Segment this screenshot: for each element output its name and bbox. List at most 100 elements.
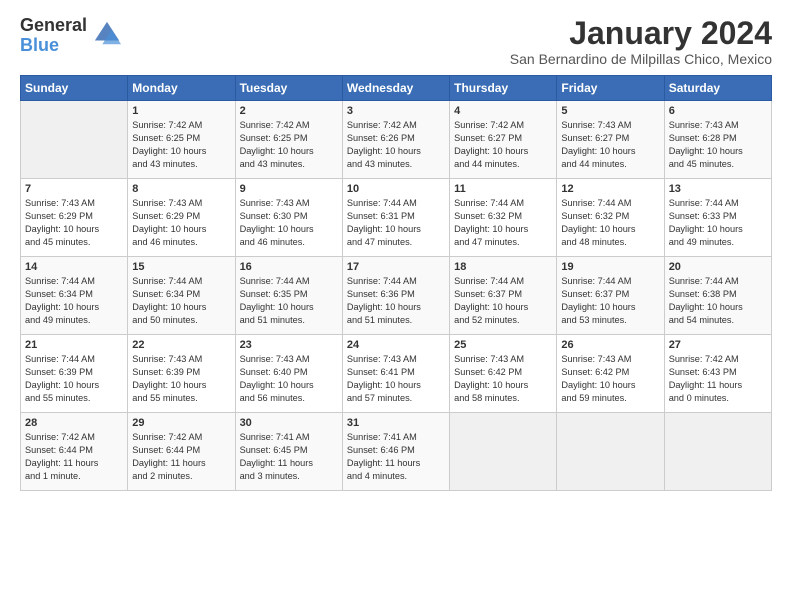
day-number: 28 — [25, 417, 123, 429]
day-info: Sunrise: 7:43 AM Sunset: 6:29 PM Dayligh… — [132, 197, 230, 249]
week-row-3: 14 Sunrise: 7:44 AM Sunset: 6:34 PM Dayli… — [21, 257, 772, 335]
cell-w4-d6: 26 Sunrise: 7:43 AM Sunset: 6:42 PM Dayli… — [557, 335, 664, 413]
cell-w1-d1 — [21, 101, 128, 179]
day-info: Sunrise: 7:43 AM Sunset: 6:42 PM Dayligh… — [561, 353, 659, 405]
col-sunday: Sunday — [21, 76, 128, 101]
day-info: Sunrise: 7:42 AM Sunset: 6:27 PM Dayligh… — [454, 119, 552, 171]
cell-w5-d6 — [557, 413, 664, 491]
logo-icon — [93, 20, 121, 53]
cell-w5-d3: 30 Sunrise: 7:41 AM Sunset: 6:45 PM Dayli… — [235, 413, 342, 491]
logo-general: General — [20, 15, 87, 35]
cell-w2-d3: 9 Sunrise: 7:43 AM Sunset: 6:30 PM Daylig… — [235, 179, 342, 257]
day-number: 12 — [561, 183, 659, 195]
cell-w3-d3: 16Sunrise: 7:44 AM Sunset: 6:35 PM Dayli… — [235, 257, 342, 335]
day-number: 20 — [669, 261, 767, 273]
calendar-header-row: Sunday Monday Tuesday Wednesday Thursday… — [21, 76, 772, 101]
logo-blue: Blue — [20, 35, 59, 55]
cell-w1-d3: 2 Sunrise: 7:42 AM Sunset: 6:25 PM Daylig… — [235, 101, 342, 179]
cell-w4-d2: 22 Sunrise: 7:43 AM Sunset: 6:39 PM Dayli… — [128, 335, 235, 413]
calendar-table: Sunday Monday Tuesday Wednesday Thursday… — [20, 75, 772, 491]
col-saturday: Saturday — [664, 76, 771, 101]
week-row-2: 7 Sunrise: 7:43 AM Sunset: 6:29 PM Daylig… — [21, 179, 772, 257]
day-number: 11 — [454, 183, 552, 195]
logo: General Blue — [20, 16, 121, 56]
day-info: Sunrise: 7:43 AM Sunset: 6:27 PM Dayligh… — [561, 119, 659, 171]
day-number: 21 — [25, 339, 123, 351]
day-number: 30 — [240, 417, 338, 429]
cell-w4-d1: 21 Sunrise: 7:44 AM Sunset: 6:39 PM Dayli… — [21, 335, 128, 413]
day-info: Sunrise: 7:44 AM Sunset: 6:37 PM Dayligh… — [561, 275, 659, 327]
cell-w2-d6: 12 Sunrise: 7:44 AM Sunset: 6:32 PM Dayli… — [557, 179, 664, 257]
cell-w4-d7: 27 Sunrise: 7:42 AM Sunset: 6:43 PM Dayli… — [664, 335, 771, 413]
day-number: 14 — [25, 261, 123, 273]
cell-w3-d2: 15Sunrise: 7:44 AM Sunset: 6:34 PM Dayli… — [128, 257, 235, 335]
day-info: Sunrise: 7:44 AM Sunset: 6:32 PM Dayligh… — [561, 197, 659, 249]
header: General Blue January 2024 San Bernardino… — [20, 16, 772, 67]
col-friday: Friday — [557, 76, 664, 101]
day-info: Sunrise: 7:44 AM Sunset: 6:32 PM Dayligh… — [454, 197, 552, 249]
day-info: Sunrise: 7:43 AM Sunset: 6:39 PM Dayligh… — [132, 353, 230, 405]
day-info: Sunrise: 7:44 AM Sunset: 6:37 PM Dayligh… — [454, 275, 552, 327]
calendar-page: General Blue January 2024 San Bernardino… — [0, 0, 792, 507]
day-info: Sunrise: 7:41 AM Sunset: 6:45 PM Dayligh… — [240, 431, 338, 483]
day-info: Sunrise: 7:42 AM Sunset: 6:44 PM Dayligh… — [132, 431, 230, 483]
cell-w3-d1: 14 Sunrise: 7:44 AM Sunset: 6:34 PM Dayli… — [21, 257, 128, 335]
day-info: Sunrise: 7:42 AM Sunset: 6:25 PM Dayligh… — [132, 119, 230, 171]
cell-w5-d7 — [664, 413, 771, 491]
day-number: 5 — [561, 105, 659, 117]
day-number: 13 — [669, 183, 767, 195]
cell-w1-d7: 6Sunrise: 7:43 AM Sunset: 6:28 PM Daylig… — [664, 101, 771, 179]
day-number: 25 — [454, 339, 552, 351]
cell-w3-d6: 19 Sunrise: 7:44 AM Sunset: 6:37 PM Dayli… — [557, 257, 664, 335]
day-info: Sunrise: 7:44 AM Sunset: 6:34 PM Dayligh… — [25, 275, 123, 327]
cell-w3-d4: 17Sunrise: 7:44 AM Sunset: 6:36 PM Dayli… — [342, 257, 449, 335]
day-number: 31 — [347, 417, 445, 429]
cell-w4-d3: 23Sunrise: 7:43 AM Sunset: 6:40 PM Dayli… — [235, 335, 342, 413]
day-number: 26 — [561, 339, 659, 351]
cell-w4-d5: 25 Sunrise: 7:43 AM Sunset: 6:42 PM Dayli… — [450, 335, 557, 413]
cell-w1-d6: 5 Sunrise: 7:43 AM Sunset: 6:27 PM Daylig… — [557, 101, 664, 179]
title-block: January 2024 San Bernardino de Milpillas… — [510, 16, 772, 67]
day-number: 18 — [454, 261, 552, 273]
cell-w5-d1: 28 Sunrise: 7:42 AM Sunset: 6:44 PM Dayli… — [21, 413, 128, 491]
day-number: 24 — [347, 339, 445, 351]
day-info: Sunrise: 7:42 AM Sunset: 6:25 PM Dayligh… — [240, 119, 338, 171]
cell-w2-d4: 10Sunrise: 7:44 AM Sunset: 6:31 PM Dayli… — [342, 179, 449, 257]
logo-text: General Blue — [20, 16, 87, 56]
day-info: Sunrise: 7:42 AM Sunset: 6:43 PM Dayligh… — [669, 353, 767, 405]
day-number: 22 — [132, 339, 230, 351]
week-row-1: 1 Sunrise: 7:42 AM Sunset: 6:25 PM Daylig… — [21, 101, 772, 179]
day-info: Sunrise: 7:43 AM Sunset: 6:42 PM Dayligh… — [454, 353, 552, 405]
cell-w4-d4: 24Sunrise: 7:43 AM Sunset: 6:41 PM Dayli… — [342, 335, 449, 413]
cell-w2-d5: 11 Sunrise: 7:44 AM Sunset: 6:32 PM Dayli… — [450, 179, 557, 257]
day-info: Sunrise: 7:42 AM Sunset: 6:44 PM Dayligh… — [25, 431, 123, 483]
day-number: 29 — [132, 417, 230, 429]
day-info: Sunrise: 7:43 AM Sunset: 6:30 PM Dayligh… — [240, 197, 338, 249]
day-info: Sunrise: 7:43 AM Sunset: 6:40 PM Dayligh… — [240, 353, 338, 405]
day-number: 7 — [25, 183, 123, 195]
day-number: 4 — [454, 105, 552, 117]
day-number: 27 — [669, 339, 767, 351]
cell-w2-d7: 13Sunrise: 7:44 AM Sunset: 6:33 PM Dayli… — [664, 179, 771, 257]
day-info: Sunrise: 7:41 AM Sunset: 6:46 PM Dayligh… — [347, 431, 445, 483]
day-number: 9 — [240, 183, 338, 195]
week-row-4: 21 Sunrise: 7:44 AM Sunset: 6:39 PM Dayli… — [21, 335, 772, 413]
week-row-5: 28 Sunrise: 7:42 AM Sunset: 6:44 PM Dayli… — [21, 413, 772, 491]
col-thursday: Thursday — [450, 76, 557, 101]
col-monday: Monday — [128, 76, 235, 101]
day-info: Sunrise: 7:44 AM Sunset: 6:39 PM Dayligh… — [25, 353, 123, 405]
day-number: 2 — [240, 105, 338, 117]
month-year: January 2024 — [510, 16, 772, 51]
cell-w1-d5: 4 Sunrise: 7:42 AM Sunset: 6:27 PM Daylig… — [450, 101, 557, 179]
day-number: 16 — [240, 261, 338, 273]
cell-w3-d5: 18 Sunrise: 7:44 AM Sunset: 6:37 PM Dayli… — [450, 257, 557, 335]
col-wednesday: Wednesday — [342, 76, 449, 101]
day-number: 1 — [132, 105, 230, 117]
cell-w3-d7: 20Sunrise: 7:44 AM Sunset: 6:38 PM Dayli… — [664, 257, 771, 335]
cell-w1-d2: 1 Sunrise: 7:42 AM Sunset: 6:25 PM Daylig… — [128, 101, 235, 179]
day-number: 19 — [561, 261, 659, 273]
cell-w5-d4: 31 Sunrise: 7:41 AM Sunset: 6:46 PM Dayli… — [342, 413, 449, 491]
cell-w5-d5 — [450, 413, 557, 491]
day-info: Sunrise: 7:43 AM Sunset: 6:29 PM Dayligh… — [25, 197, 123, 249]
day-info: Sunrise: 7:42 AM Sunset: 6:26 PM Dayligh… — [347, 119, 445, 171]
